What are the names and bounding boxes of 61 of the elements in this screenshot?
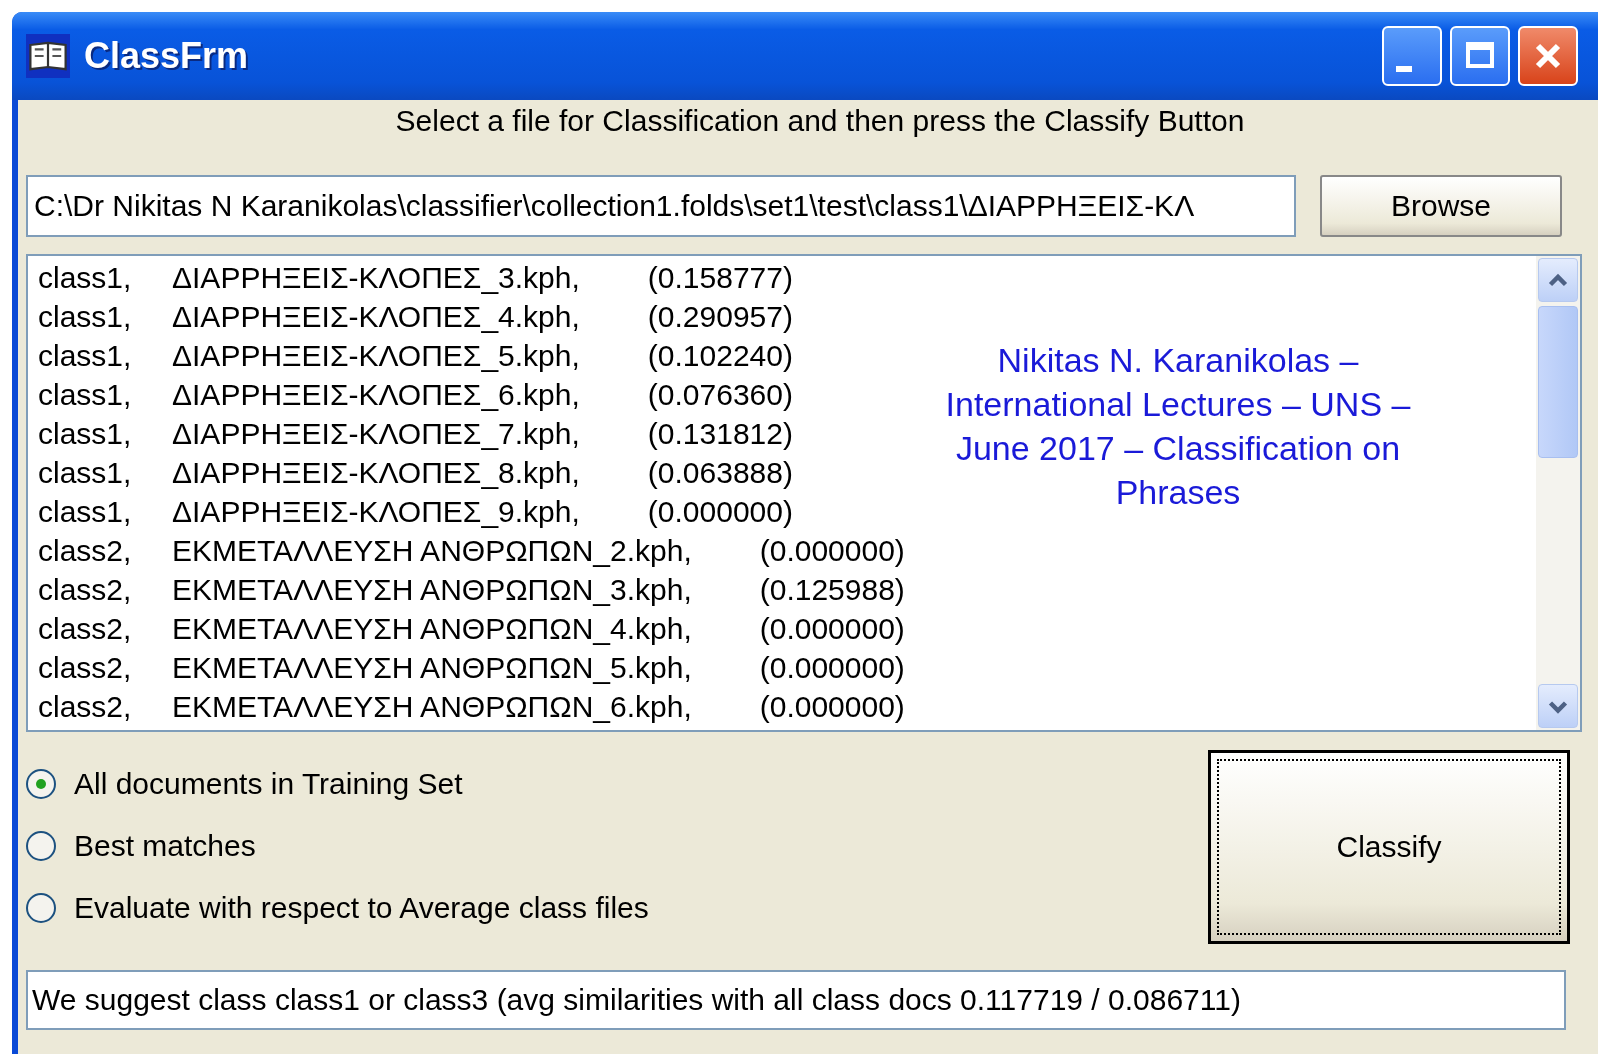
radio-option[interactable]: Evaluate with respect to Average class files: [26, 888, 649, 928]
score-cell: (0.125988): [759, 572, 905, 607]
class-cell-text: class2,: [38, 689, 133, 724]
score-cell: (0.290957): [647, 299, 793, 334]
instruction-text: Select a file for Classification and then press the Classify Button: [394, 103, 1246, 139]
browse-button[interactable]: Browse: [1320, 175, 1562, 237]
scroll-down-button[interactable]: [1538, 684, 1578, 728]
file-cell: ΔΙΑΡΡΗΞΕΙΣ-ΚΛΟΠΕΣ_9.kph,: [172, 494, 580, 529]
file-cell: ΔΙΑΡΡΗΞΕΙΣ-ΚΛΟΠΕΣ_5.kph,: [172, 338, 580, 373]
maximize-button[interactable]: [1450, 26, 1510, 86]
radio-button[interactable]: [26, 769, 56, 799]
class-cell-text: class1,: [38, 299, 133, 334]
score-cell: (0.158777): [647, 260, 793, 295]
file-cell: ΕΚΜΕΤΑΛΛΕΥΣΗ ΑΝΘΡΩΠΩΝ_5.kph,: [172, 650, 692, 685]
score-cell: (0.131812): [647, 416, 793, 451]
class-cell-text: class2,: [38, 650, 133, 685]
file-cell: ΔΙΑΡΡΗΞΕΙΣ-ΚΛΟΠΕΣ_7.kph,: [172, 416, 580, 451]
score-cell: (0.076360): [647, 377, 793, 412]
file-cell: ΕΚΜΕΤΑΛΛΕΥΣΗ ΑΝΘΡΩΠΩΝ_4.kph,: [172, 611, 692, 646]
file-cell: ΕΚΜΕΤΑΛΛΕΥΣΗ ΑΝΘΡΩΠΩΝ_2.kph,: [172, 533, 692, 568]
file-cell: ΔΙΑΡΡΗΞΕΙΣ-ΚΛΟΠΕΣ_3.kph,: [172, 260, 580, 295]
window-title: ClassFrm: [84, 35, 249, 77]
score-cell: (0.000000): [647, 494, 793, 529]
file-cell: ΔΙΑΡΡΗΞΕΙΣ-ΚΛΟΠΕΣ_6.kph,: [172, 377, 580, 412]
close-button[interactable]: [1518, 26, 1578, 86]
class-cell-text: class1,: [38, 260, 133, 295]
score-cell: (0.102240): [647, 338, 793, 373]
file-cell: ΔΙΑΡΡΗΞΕΙΣ-ΚΛΟΠΕΣ_4.kph,: [172, 299, 580, 334]
score-cell: (0.000000): [759, 689, 905, 724]
radio-button[interactable]: [26, 831, 56, 861]
class-cell-text: class1,: [38, 416, 133, 451]
status-field: We suggest class class1 or class3 (avg similarities with all class docs 0.117719 / 0.086711): [26, 970, 1566, 1030]
book-icon: [26, 34, 70, 78]
radio-option[interactable]: Best matches: [26, 826, 256, 866]
option-label: Best matches: [74, 829, 256, 863]
class-cell-text: class1,: [38, 377, 133, 412]
score-cell: (0.000000): [759, 533, 905, 568]
minimize-button[interactable]: [1382, 26, 1442, 86]
option-label: All documents in Training Set: [74, 767, 463, 801]
scroll-thumb[interactable]: [1538, 306, 1578, 458]
minimize-icon: [1396, 66, 1412, 72]
scrollbar[interactable]: [1536, 256, 1580, 730]
radio-option[interactable]: All documents in Training Set: [26, 764, 463, 804]
class-cell-text: class2,: [38, 533, 133, 568]
file-cell: ΕΚΜΕΤΑΛΛΕΥΣΗ ΑΝΘΡΩΠΩΝ_6.kph,: [172, 689, 692, 724]
file-cell: ΔΙΑΡΡΗΞΕΙΣ-ΚΛΟΠΕΣ_8.kph,: [172, 455, 580, 490]
class-cell-text: class1,: [38, 494, 133, 529]
caption-text: Nikitas N. Karanikolas – International Lectures – UNS – June 2017 – Classification on Phrases: [944, 340, 1412, 513]
score-cell: (0.063888): [647, 455, 793, 490]
file-cell: ΕΚΜΕΤΑΛΛΕΥΣΗ ΑΝΘΡΩΠΩΝ_3.kph,: [172, 572, 692, 607]
score-cell: (0.000000): [759, 611, 905, 646]
option-label: Evaluate with respect to Average class files: [74, 891, 649, 925]
class-cell-text: class1,: [38, 338, 133, 373]
path-field[interactable]: C:\Dr Nikitas N Karanikolas\classifier\collection1.folds\set1\test\class1\ΔΙΑΡΡΗΞΕΙΣ-ΚΛ: [26, 175, 1296, 237]
class-cell-text: class1,: [38, 455, 133, 490]
score-cell: (0.000000): [759, 650, 905, 685]
class-cell-text: class2,: [38, 572, 133, 607]
class-cell-text: class2,: [38, 611, 133, 646]
classify-button[interactable]: Classify: [1208, 750, 1570, 944]
scroll-up-button[interactable]: [1538, 258, 1578, 302]
radio-button[interactable]: [26, 893, 56, 923]
